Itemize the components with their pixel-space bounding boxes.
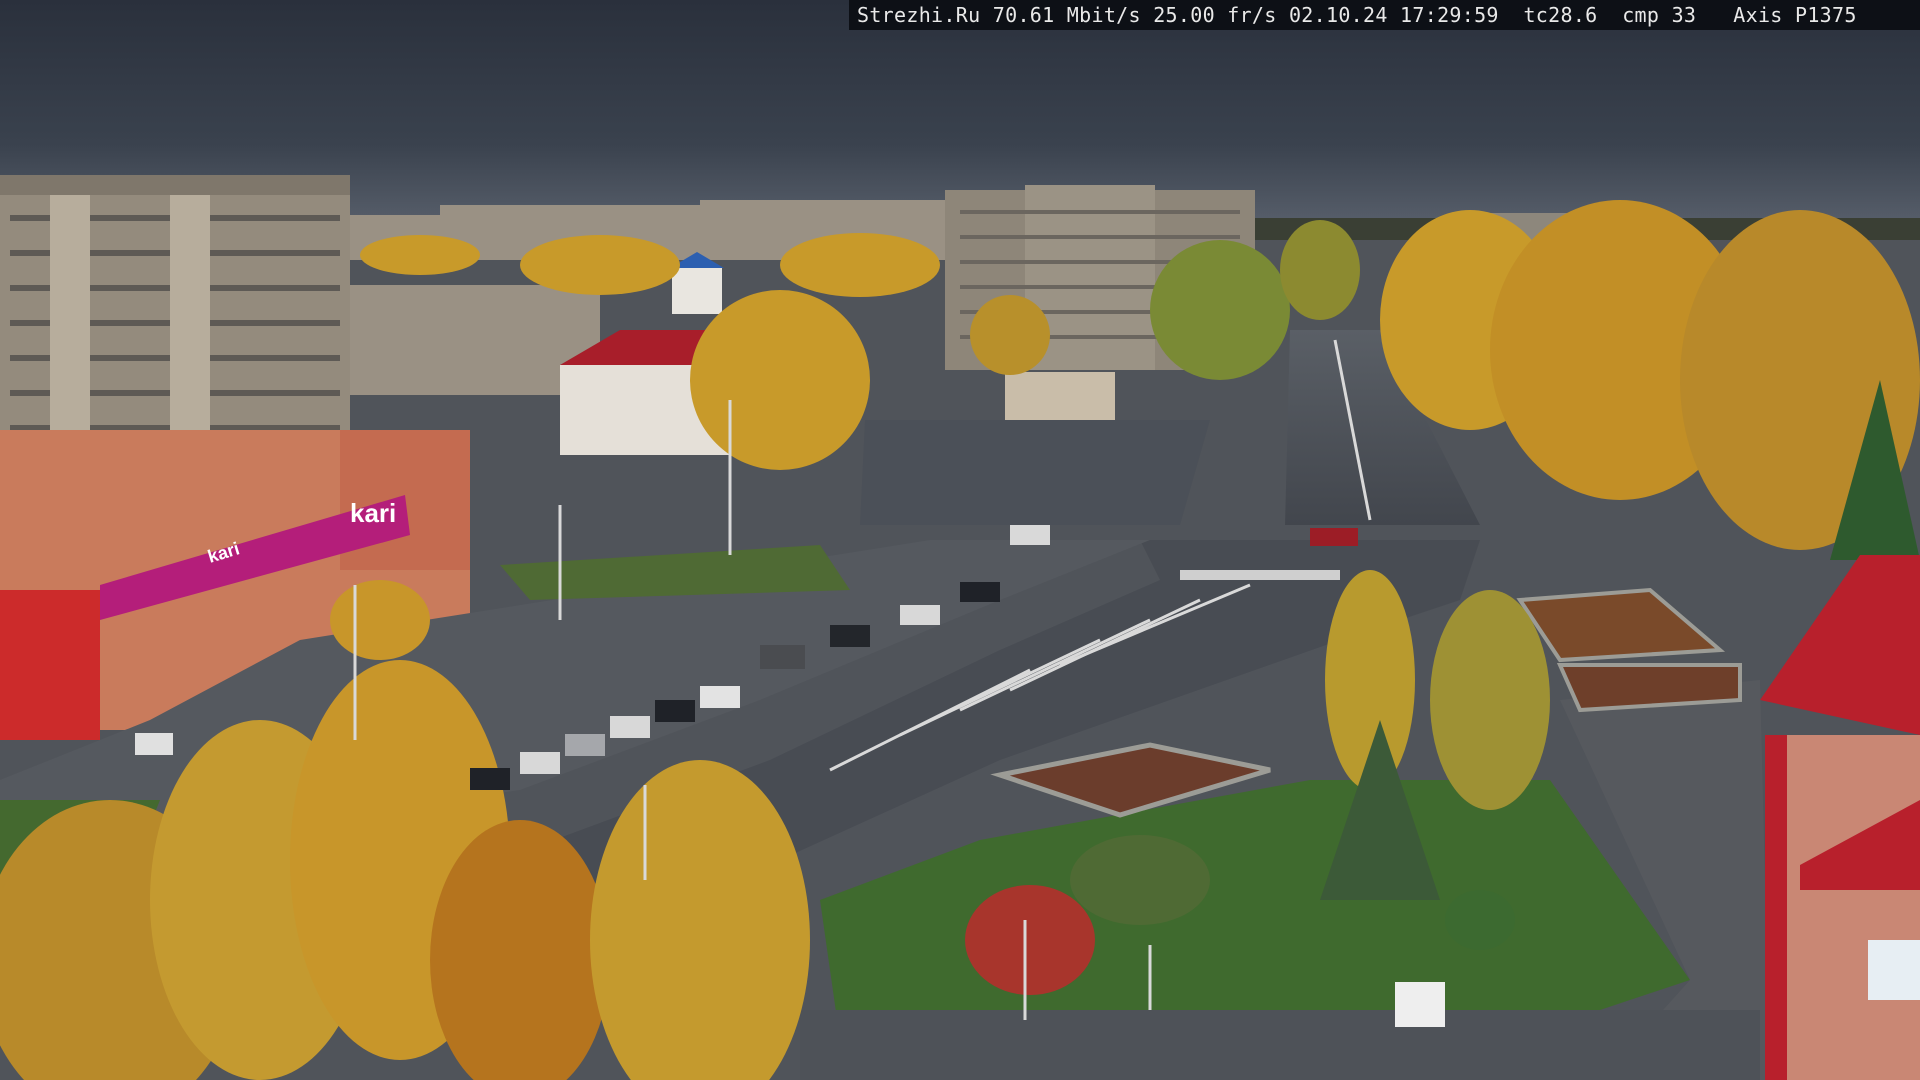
small-pavilion (1005, 372, 1115, 420)
webcam-frame: kari kari Strezhi.Ru 70.61 Mbit/s 25.00 … (0, 0, 1920, 1080)
crosswalk (1180, 570, 1340, 580)
osd-date: 02.10.24 (1288, 3, 1388, 27)
flower-bed-lower-right (1556, 663, 1742, 713)
osd-site: Strezhi.Ru (857, 3, 981, 27)
camera-osd-overlay: Strezhi.Ru 70.61 Mbit/s 25.00 fr/s 02.10… (849, 0, 1920, 30)
upper-parking-lot (860, 420, 1210, 525)
osd-camera-model: Axis P1375 (1733, 3, 1857, 27)
osd-cmp: cmp 33 (1622, 3, 1697, 27)
store-sign-main: kari (350, 498, 396, 528)
osd-bitrate: 70.61 Mbit/s (992, 3, 1141, 27)
bottom-road (800, 1010, 1760, 1080)
city-street-scene: kari kari (0, 0, 1920, 1080)
osd-tc: tc28.6 (1523, 3, 1598, 27)
osd-framerate: 25.00 fr/s (1153, 3, 1277, 27)
osd-time: 17:29:59 (1400, 3, 1499, 27)
